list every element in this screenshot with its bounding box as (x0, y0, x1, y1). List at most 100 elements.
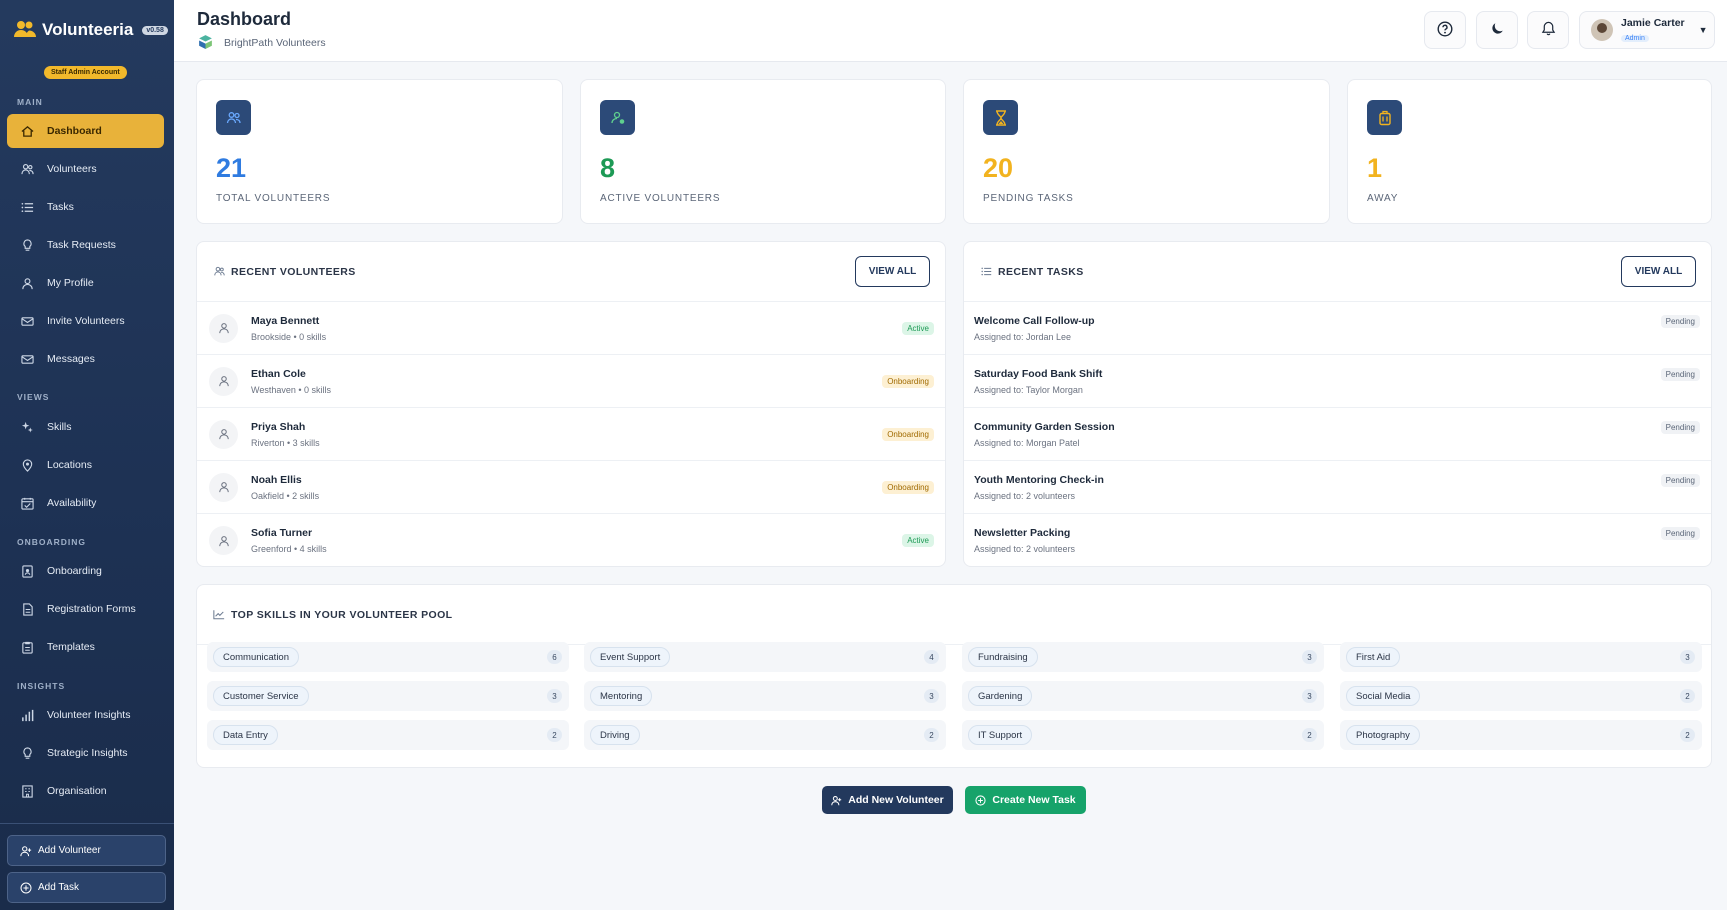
stat-card-away: 1 AWAY (1347, 79, 1712, 224)
user-check-icon (600, 100, 635, 135)
skill-item[interactable]: Fundraising 3 (962, 642, 1324, 672)
list-item[interactable]: Saturday Food Bank Shift Assigned to: Tay… (964, 355, 1711, 408)
panel-header: TOP SKILLS IN YOUR VOLUNTEER POOL (197, 585, 1711, 645)
row-text: Maya Bennett Brookside • 0 skills (251, 315, 326, 342)
sidebar-item-locations[interactable]: Locations (7, 448, 164, 482)
panel-title: RECENT VOLUNTEERS (231, 265, 356, 278)
top-header: Dashboard BrightPath Volunteers Jamie Ca… (174, 0, 1727, 62)
skill-name: Driving (590, 725, 640, 745)
row-text: Noah Ellis Oakfield • 2 skills (251, 474, 319, 501)
skill-count: 2 (547, 728, 562, 742)
sidebar-item-onboarding[interactable]: Onboarding (7, 554, 164, 588)
volunteer-meta: Oakfield • 2 skills (251, 490, 320, 501)
add-task-button[interactable]: Add Task (7, 872, 166, 903)
row-text: Ethan Cole Westhaven • 0 skills (251, 368, 331, 395)
task-name: Youth Mentoring Check-in (974, 473, 1104, 486)
sidebar-item-volunteers[interactable]: Volunteers (7, 152, 164, 186)
skill-item[interactable]: Driving 2 (584, 720, 946, 750)
notifications-button[interactable] (1527, 11, 1569, 49)
user-icon (19, 275, 35, 291)
volunteer-name: Maya Bennett (251, 314, 320, 327)
volunteer-name: Ethan Cole (251, 367, 306, 380)
users-logo-icon (14, 20, 36, 40)
sidebar-item-dashboard[interactable]: Dashboard (7, 114, 164, 148)
skill-count: 3 (1680, 650, 1695, 664)
stat-value: 8 (600, 153, 616, 183)
form-icon (19, 601, 35, 617)
sidebar-item-templates[interactable]: Templates (7, 630, 164, 664)
stat-label: AWAY (1367, 193, 1399, 204)
clipboard-icon (19, 639, 35, 655)
list-icon (19, 199, 35, 215)
stat-value: 21 (216, 153, 247, 183)
dark-mode-toggle[interactable] (1476, 11, 1518, 49)
sidebar-item-availability[interactable]: Availability (7, 486, 164, 520)
skill-count: 2 (1680, 689, 1695, 703)
list-item[interactable]: Maya Bennett Brookside • 0 skills Active (197, 302, 945, 355)
list-item[interactable]: Community Garden Session Assigned to: Mor… (964, 408, 1711, 461)
skill-item[interactable]: First Aid 3 (1340, 642, 1702, 672)
view-all-volunteers-button[interactable]: VIEW ALL (855, 256, 930, 287)
sidebar-item-strategic-insights[interactable]: Strategic Insights (7, 736, 164, 770)
volunteer-name: Noah Ellis (251, 473, 302, 486)
skill-count: 3 (1302, 650, 1317, 664)
lightbulb-icon (19, 745, 35, 761)
skill-count: 4 (924, 650, 939, 664)
status-badge: Onboarding (882, 374, 934, 388)
list-item[interactable]: Welcome Call Follow-up Assigned to: Jorda… (964, 302, 1711, 355)
user-plus-icon (831, 795, 842, 806)
list-item[interactable]: Ethan Cole Westhaven • 0 skills Onboardin… (197, 355, 945, 408)
skill-name: Social Media (1346, 686, 1421, 706)
sidebar-item-tasks[interactable]: Tasks (7, 190, 164, 224)
list-item[interactable]: Priya Shah Riverton • 3 skills Onboarding (197, 408, 945, 461)
skill-item[interactable]: Photography 2 (1340, 720, 1702, 750)
skill-item[interactable]: Social Media 2 (1340, 681, 1702, 711)
org-logo-icon (197, 33, 214, 53)
sidebar-item-task-requests[interactable]: Task Requests (7, 228, 164, 262)
sparkle-icon (19, 419, 35, 435)
create-new-task-button[interactable]: Create New Task (965, 786, 1086, 814)
list-item[interactable]: Newsletter Packing Assigned to: 2 volunte… (964, 514, 1711, 566)
sidebar-item-invite-volunteers[interactable]: Invite Volunteers (7, 304, 164, 338)
list-item[interactable]: Noah Ellis Oakfield • 2 skills Onboarding (197, 461, 945, 514)
section-label-views: VIEWS (17, 392, 50, 402)
user-avatar-icon (209, 366, 238, 396)
view-all-tasks-button[interactable]: VIEW ALL (1621, 256, 1696, 287)
stat-label: PENDING TASKS (983, 193, 1074, 204)
skill-item[interactable]: Customer Service 3 (207, 681, 569, 711)
skill-item[interactable]: IT Support 2 (962, 720, 1324, 750)
skill-item[interactable]: Mentoring 3 (584, 681, 946, 711)
skill-name: Data Entry (213, 725, 278, 745)
sidebar-item-organisation[interactable]: Organisation (7, 774, 164, 808)
status-badge: Active (902, 321, 934, 335)
brand[interactable]: Volunteeria v0.58 (0, 0, 174, 60)
brand-name: Volunteeria (42, 20, 134, 39)
skill-item[interactable]: Data Entry 2 (207, 720, 569, 750)
skill-item[interactable]: Gardening 3 (962, 681, 1324, 711)
user-menu[interactable]: Jamie Carter Admin ▼ (1579, 11, 1715, 49)
sidebar-item-my-profile[interactable]: My Profile (7, 266, 164, 300)
add-volunteer-button[interactable]: Add Volunteer (7, 835, 166, 866)
add-new-volunteer-button[interactable]: Add New Volunteer (822, 786, 953, 814)
sidebar-item-skills[interactable]: Skills (7, 410, 164, 444)
help-button[interactable] (1424, 11, 1466, 49)
sidebar-item-label: Messages (47, 353, 95, 365)
skill-count: 2 (924, 728, 939, 742)
volunteer-meta: Greenford • 4 skills (251, 544, 327, 554)
status-badge: Onboarding (882, 427, 934, 441)
task-assignee: Assigned to: 2 volunteers (974, 544, 1076, 554)
skill-item[interactable]: Communication 6 (207, 642, 569, 672)
status-badge: Onboarding (882, 480, 934, 494)
list-item[interactable]: Youth Mentoring Check-in Assigned to: 2 v… (964, 461, 1711, 514)
list-item[interactable]: Sofia Turner Greenford • 4 skills Active (197, 514, 945, 566)
sidebar-item-volunteer-insights[interactable]: Volunteer Insights (7, 698, 164, 732)
organization-line: BrightPath Volunteers (197, 33, 326, 53)
mail-invite-icon (19, 313, 35, 329)
sidebar-item-registration-forms[interactable]: Registration Forms (7, 592, 164, 626)
user-avatar-icon (209, 526, 238, 555)
skill-item[interactable]: Event Support 4 (584, 642, 946, 672)
sidebar-item-label: Skills (47, 421, 72, 433)
sidebar-item-messages[interactable]: Messages (7, 342, 164, 376)
moon-icon (1490, 22, 1504, 39)
row-text: Welcome Call Follow-up Assigned to: Jorda… (974, 315, 1095, 342)
